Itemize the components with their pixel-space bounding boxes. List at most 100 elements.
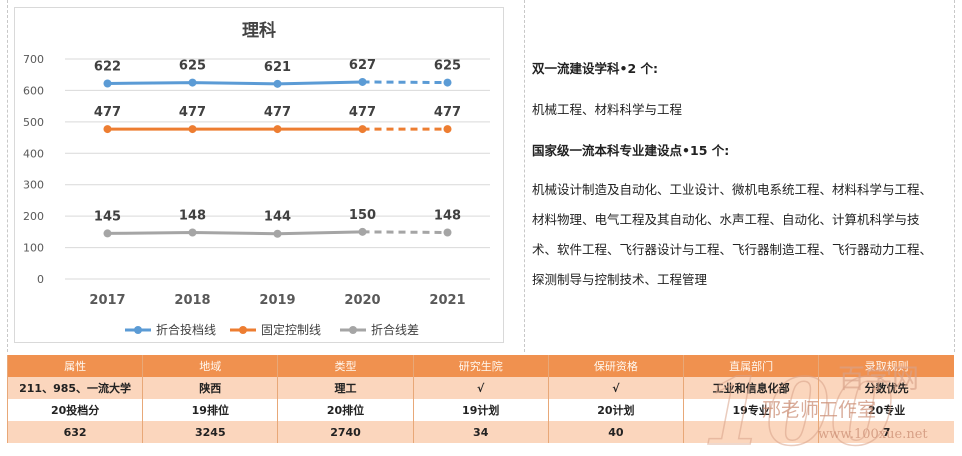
data-point [358,125,367,134]
table-cell: 19专业 [683,399,819,421]
header-cell: 保研资格 [547,355,684,377]
y-tick-label: 400 [23,147,44,160]
header-cell: 直属部门 [683,355,819,377]
chart-title: 理科 [242,20,276,41]
major-line: 机械设计制造及自动化、工业设计、微机电系统工程、材料科学与工程、 [532,182,933,197]
table-cell: 分数优先 [818,377,954,399]
panel-divider-left [7,0,8,352]
data-point [273,79,282,88]
legend-label: 折合投档线 [156,322,216,337]
gridlines [65,58,490,280]
table-cell: 211、985、一流大学 [6,377,143,399]
table-cell: 19计划 [412,399,549,421]
national-first-class-list: 机械设计制造及自动化、工业设计、微机电系统工程、材料科学与工程、 材料物理、电气… [532,175,952,295]
data-label: 477 [434,105,461,120]
table-cell: 理工 [277,377,414,399]
legend-swatch-marker [134,326,142,334]
table-cell: 7 [818,421,954,443]
data-point [273,125,282,134]
data-point [103,79,112,88]
x-tick-label: 2020 [344,293,380,308]
legend-swatch-marker [349,326,357,334]
y-tick-label: 500 [23,116,44,129]
y-tick-label: 100 [23,242,44,255]
series-line [107,230,363,236]
data-point [358,227,367,236]
data-label: 625 [179,59,206,74]
data-point [358,77,367,86]
series-line-projection [362,80,448,85]
table-cell: 632 [6,421,143,443]
y-axis-ticks: 0 100 200 300 400 500 600 700 [23,53,44,286]
y-tick-label: 300 [23,179,44,192]
data-point [103,125,112,134]
data-label: 621 [264,60,291,75]
data-point [273,229,282,238]
table-row: 632 3245 2740 34 40 7 [6,421,954,443]
data-label: 627 [349,58,376,73]
table-cell: √ [547,377,684,399]
data-label: 148 [434,208,461,223]
double-first-class-list: 机械工程、材料科学与工程 [532,102,683,117]
university-info-table: 属性 地域 类型 研究生院 保研资格 直属部门 录取规则 211、985、一流大… [6,355,954,443]
table-cell: 2740 [277,421,414,443]
data-point [188,228,197,237]
table-cell: 陕西 [142,377,278,399]
header-cell: 录取规则 [818,355,954,377]
legend-label: 固定控制线 [261,322,321,337]
series-line-projection [362,230,448,234]
y-tick-label: 200 [23,210,44,223]
header-cell: 类型 [277,355,414,377]
data-point [443,228,452,237]
legend-swatch-marker [239,326,247,334]
data-label: 145 [94,209,121,224]
data-point [443,125,452,134]
table-cell: 工业和信息化部 [683,377,819,399]
table-header-row: 属性 地域 类型 研究生院 保研资格 直属部门 录取规则 [6,355,954,377]
table-cell: 20专业 [818,399,954,421]
data-label: 477 [349,105,376,120]
data-point [188,125,197,134]
double-first-class-heading: 双一流建设学科•2 个: [532,61,659,76]
header-cell: 地域 [142,355,278,377]
y-tick-label: 700 [23,53,44,66]
legend-label: 折合线差 [371,322,419,337]
y-tick-label: 600 [23,84,44,97]
chart-legend[interactable]: 折合投档线 固定控制线 折合线差 [125,322,419,337]
y-tick-label: 0 [37,273,44,286]
table-row: 211、985、一流大学 陕西 理工 √ √ 工业和信息化部 分数优先 [6,377,954,399]
x-tick-label: 2021 [429,293,465,308]
header-cell: 属性 [6,355,143,377]
table-cell: 20计划 [547,399,684,421]
table-cell: 19排位 [142,399,278,421]
data-label: 150 [349,208,376,223]
table-row: 20投档分 19排位 20排位 19计划 20计划 19专业 20专业 [6,399,954,421]
major-line: 材料物理、电气工程及其自动化、水声工程、自动化、计算机科学与技 [532,212,920,227]
line-chart-panel[interactable]: 理科 0 100 200 300 400 500 600 700 2017 2018 2019 20… [14,7,504,343]
series-line [107,80,363,86]
x-tick-label: 2017 [89,293,125,308]
panel-divider-right [954,0,955,352]
data-label: 477 [179,105,206,120]
table-cell: √ [412,377,549,399]
panel-divider [524,0,525,352]
data-label: 148 [179,208,206,223]
header-cell: 研究生院 [412,355,549,377]
major-line: 探测制导与控制技术、工程管理 [532,272,708,287]
table-cell: 40 [547,421,684,443]
table-cell: 3245 [142,421,278,443]
table-cell: 20排位 [277,399,414,421]
data-point [103,229,112,238]
table-cell [683,421,819,443]
data-label: 477 [264,105,291,120]
x-tick-label: 2019 [259,293,295,308]
data-point [188,78,197,87]
major-line: 术、软件工程、飞行器设计与工程、飞行器制造工程、飞行器动力工程、 [532,242,933,257]
data-label: 477 [94,105,121,120]
data-label: 625 [434,59,461,74]
data-point [443,78,452,87]
x-axis-ticks: 2017 2018 2019 2020 2021 [89,293,465,308]
data-label: 622 [94,60,121,75]
data-label: 144 [264,210,291,225]
national-first-class-heading: 国家级一流本科专业建设点•15 个: [532,143,730,158]
